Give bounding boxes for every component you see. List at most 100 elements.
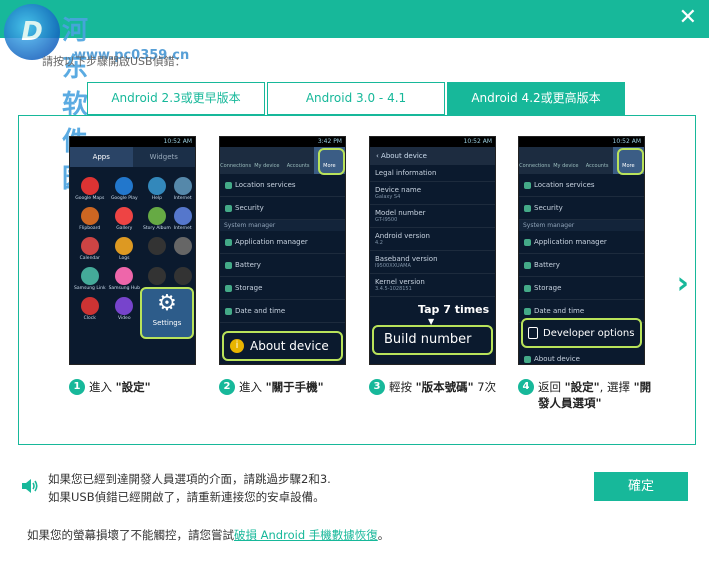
step-2: 3:42 PM Connections My device Accounts M… — [219, 136, 359, 395]
step-3-prefix: 輕按 — [389, 380, 416, 394]
developer-options-highlight: Developer options — [521, 318, 642, 348]
step-4-screenshot: 10:52 AM Connections My device Accounts … — [518, 136, 645, 365]
device-name-label: Device name — [375, 186, 422, 194]
android-recovery-link[interactable]: 破損 Android 手機數據恢復 — [234, 528, 378, 542]
more-highlight — [617, 148, 644, 175]
step-4-emphasis: "設定" — [564, 380, 600, 394]
apps-tab: Apps — [70, 147, 133, 167]
menu-location-services: Location services — [220, 174, 345, 197]
about-device-label: About device — [250, 339, 329, 353]
instructions-subtitle: 請按以下步驟開啟USB偵錯： — [42, 55, 186, 68]
info-icon: i — [230, 339, 244, 353]
settings-highlight: ⚙ Settings — [140, 287, 194, 339]
braces-icon — [528, 327, 538, 339]
settings-label: Settings — [152, 319, 182, 327]
accounts-tab: Accounts — [286, 163, 310, 169]
step-3-emphasis: "版本號碼" — [415, 380, 474, 394]
menu-security: Security — [519, 197, 644, 220]
baseband-label: Baseband version — [375, 255, 438, 263]
about-device-title: About device — [381, 152, 427, 160]
connections-tab: Connections — [220, 163, 252, 169]
watermark: D 河东软件园 www.pc0359.cn — [4, 4, 189, 194]
tab-android-3-0-4-1[interactable]: Android 3.0 - 4.1 — [267, 82, 445, 115]
menu-about-device: About device — [519, 348, 644, 364]
legal-info-item: Legal information — [370, 165, 495, 182]
build-number-highlight: Build number — [372, 325, 493, 355]
menu-application-manager: Application manager — [519, 231, 644, 254]
kernel-label: Kernel version — [375, 278, 425, 286]
bottom-hint: 如果您的螢幕損壞了不能觸控，請您嘗試破損 Android 手機數據恢復。 — [27, 527, 389, 543]
info-line-1: 如果您已經到達開發人員選項的介面，請跳過步驟2和3. — [48, 472, 331, 486]
step-1-screenshot: 10:52 AM Apps Widgets Google Maps Google… — [69, 136, 196, 365]
step-4-caption: 4 返回 "設定", 選擇 "開發人員選項" — [518, 379, 658, 411]
my-device-tab: My device — [553, 163, 579, 169]
step-number-badge: 4 — [518, 379, 534, 395]
accounts-tab: Accounts — [585, 163, 609, 169]
steps-panel: 10:52 AM Apps Widgets Google Maps Google… — [18, 115, 696, 445]
menu-storage: Storage — [519, 277, 644, 300]
more-highlight — [318, 148, 345, 175]
watermark-logo: D — [4, 4, 60, 60]
close-icon[interactable]: ✕ — [679, 7, 697, 29]
tab-android-2-3[interactable]: Android 2.3或更早版本 — [87, 82, 265, 115]
tap-7-times-note: Tap 7 times — [418, 303, 490, 316]
android-version-tabs: Android 2.3或更早版本 Android 3.0 - 4.1 Andro… — [87, 82, 627, 115]
connections-tab: Connections — [519, 163, 551, 169]
android-version-item: Android version 4.2 — [370, 228, 495, 251]
baseband-item: Baseband version I9500XXUAMA — [370, 251, 495, 274]
about-device-header: ‹ About device — [370, 147, 495, 165]
widgets-tab: Widgets — [149, 153, 178, 161]
menu-battery: Battery — [519, 254, 644, 277]
step-2-screenshot: 3:42 PM Connections My device Accounts M… — [219, 136, 346, 365]
menu-security: Security — [220, 197, 345, 220]
step-4-suffix: , 選擇 — [599, 380, 634, 394]
tab-android-4-2[interactable]: Android 4.2或更高版本 — [447, 82, 625, 115]
info-line-2: 如果USB偵錯已經開啟了，請重新連接您的安卓設備。 — [48, 490, 325, 504]
my-device-tab: My device — [254, 163, 280, 169]
android-version-value: 4.2 — [375, 240, 383, 246]
baseband-value: I9500XXUAMA — [375, 263, 411, 269]
step-4-prefix: 返回 — [538, 380, 565, 394]
about-device-highlight: i About device — [222, 331, 343, 361]
title-bar: ✕ — [0, 0, 709, 38]
bottom-hint-text: 如果您的螢幕損壞了不能觸控，請您嘗試 — [27, 528, 234, 542]
android-version-label: Android version — [375, 232, 430, 240]
step-3-caption: 3 輕按 "版本號碼" 7次 — [369, 379, 509, 395]
model-number-label: Model number — [375, 209, 426, 217]
menu-application-manager: Application manager — [220, 231, 345, 254]
menu-battery: Battery — [220, 254, 345, 277]
step-1-caption: 1 進入 "設定" — [69, 379, 209, 395]
confirm-button[interactable]: 確定 — [594, 472, 688, 501]
step-3-suffix: 7次 — [473, 380, 497, 394]
step-3: 10:52 AM ‹ About device Legal informatio… — [369, 136, 509, 395]
menu-location-services: Location services — [519, 174, 644, 197]
step-3-screenshot: 10:52 AM ‹ About device Legal informatio… — [369, 136, 496, 365]
speaker-icon — [22, 479, 38, 493]
kernel-value: 3.4.5-1028151 — [375, 286, 412, 292]
section-system-manager: System manager — [519, 220, 644, 231]
step-number-badge: 2 — [219, 379, 235, 395]
section-system-manager: System manager — [220, 220, 345, 231]
legal-info-label: Legal information — [375, 169, 437, 177]
step-1: 10:52 AM Apps Widgets Google Maps Google… — [69, 136, 209, 395]
device-name-value: Galaxy S4 — [375, 194, 401, 200]
menu-date-time: Date and time — [220, 300, 345, 323]
step-number-badge: 1 — [69, 379, 85, 395]
step-4: 10:52 AM Connections My device Accounts … — [518, 136, 658, 411]
next-arrow-icon[interactable]: › — [677, 266, 689, 301]
step-2-emphasis: "關于手機" — [265, 380, 324, 394]
info-message: 如果您已經到達開發人員選項的介面，請跳過步驟2和3. 如果USB偵錯已經開啟了，… — [48, 470, 331, 506]
menu-storage: Storage — [220, 277, 345, 300]
step-1-prefix: 進入 — [89, 380, 116, 394]
kernel-item: Kernel version 3.4.5-1028151 — [370, 274, 495, 297]
step-2-caption: 2 進入 "關于手機" — [219, 379, 359, 395]
bottom-hint-end: 。 — [377, 528, 390, 542]
gear-icon: ⚙ — [157, 291, 177, 316]
developer-options-label: Developer options — [543, 327, 635, 339]
device-name-item: Device name Galaxy S4 — [370, 182, 495, 205]
step-number-badge: 3 — [369, 379, 385, 395]
step-1-emphasis: "設定" — [115, 380, 151, 394]
step-2-prefix: 進入 — [239, 380, 266, 394]
model-number-value: GT-I9500 — [375, 217, 398, 223]
model-number-item: Model number GT-I9500 — [370, 205, 495, 228]
